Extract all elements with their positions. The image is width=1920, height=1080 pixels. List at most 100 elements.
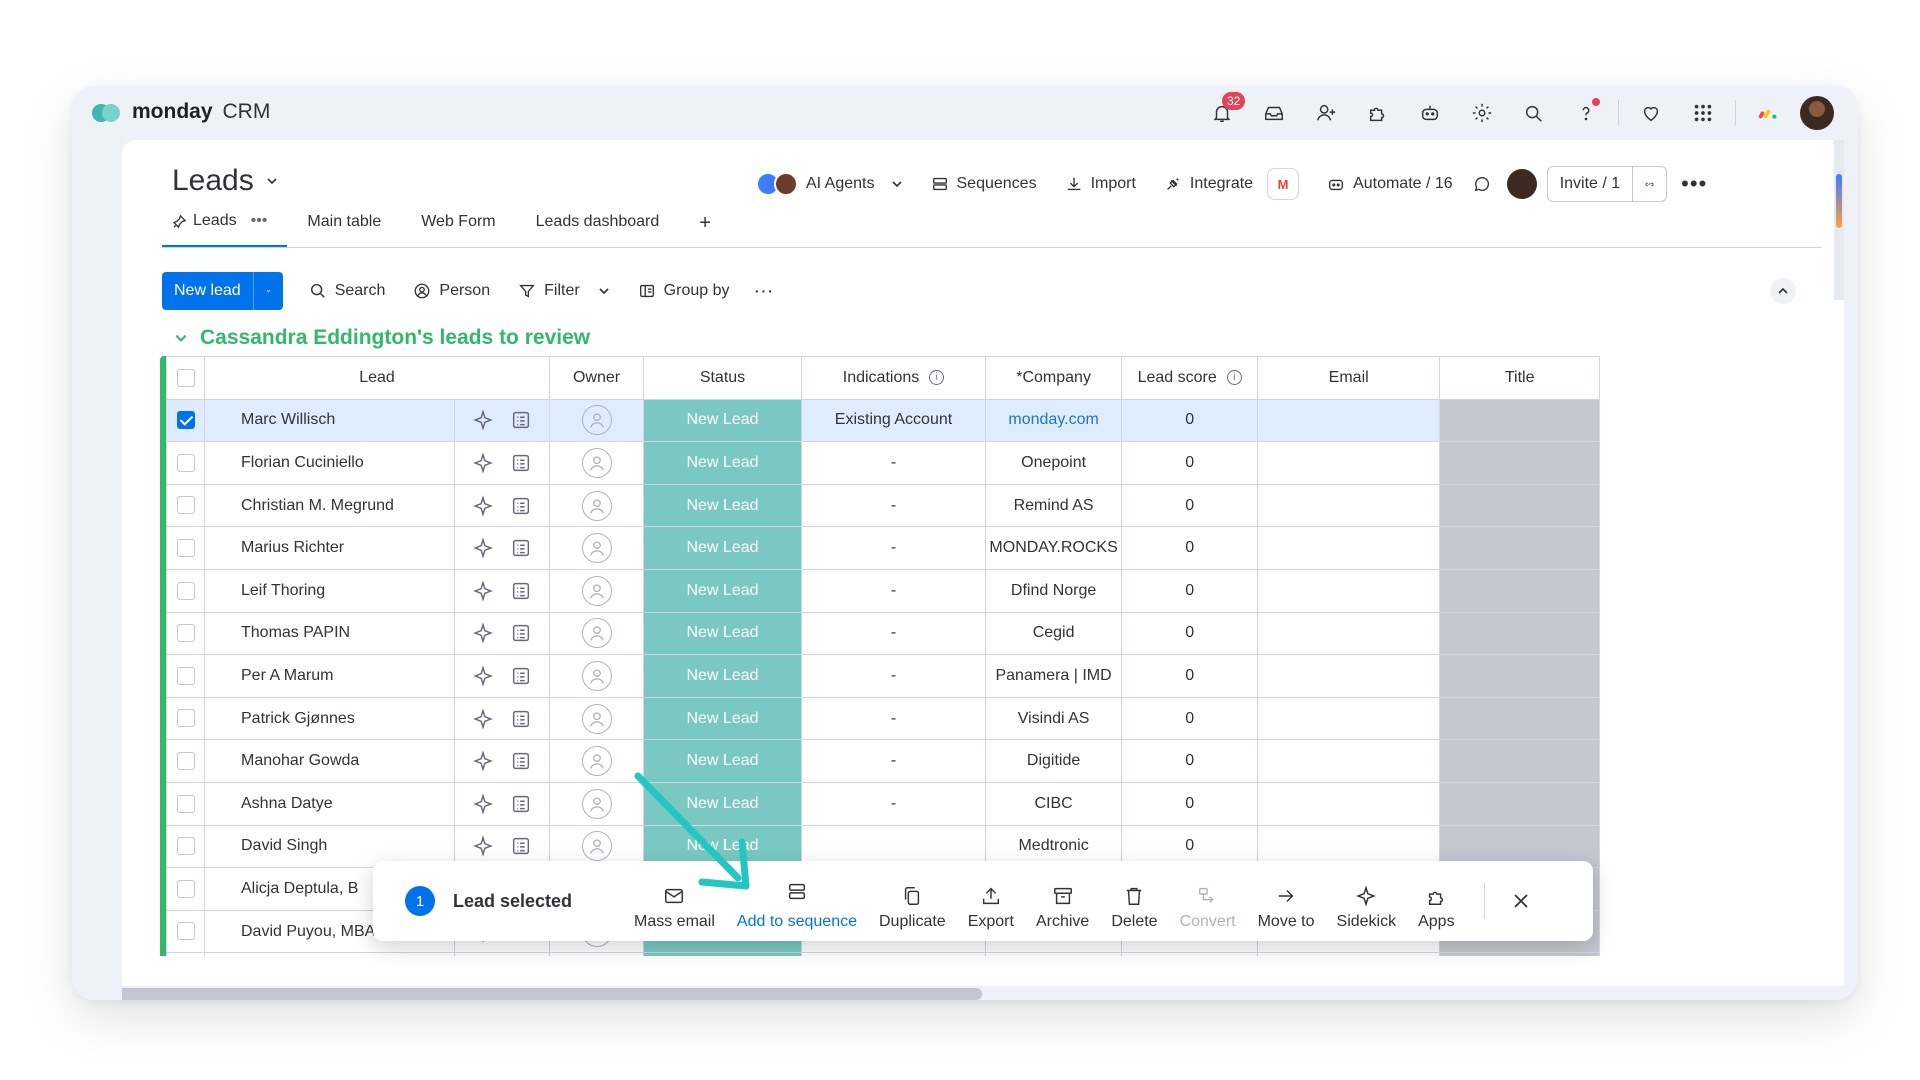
indications-cell[interactable]: - [801, 568, 986, 613]
vertical-scrollbar[interactable] [1834, 140, 1844, 300]
email-cell[interactable] [1257, 654, 1441, 698]
tab-leads[interactable]: Leads ••• [162, 209, 288, 247]
item-details-icon[interactable] [510, 835, 532, 857]
table-row[interactable]: Florian Cuciniello New Lead - Onepoint 0 [166, 441, 1601, 485]
status-cell[interactable] [643, 952, 802, 956]
row-checkbox[interactable] [166, 611, 205, 656]
sparkle-icon[interactable] [472, 792, 494, 815]
email-cell[interactable] [1257, 696, 1441, 741]
company-cell[interactable]: Digitide [984, 739, 1123, 783]
inbox-icon[interactable] [1248, 94, 1300, 132]
status-cell[interactable]: New Lead [643, 483, 802, 528]
company-cell[interactable]: CIBC [984, 781, 1123, 826]
title-cell[interactable] [1439, 526, 1601, 570]
tab-main-table[interactable]: Main table [287, 209, 401, 247]
row-checkbox[interactable] [166, 654, 205, 698]
chevron-down-icon[interactable] [598, 285, 610, 297]
indications-cell[interactable]: - [801, 611, 986, 656]
duplicate-button[interactable]: Duplicate [868, 873, 957, 931]
lead-name-cell[interactable]: Marc Willisch [204, 398, 455, 443]
title-cell[interactable] [1439, 739, 1601, 783]
ai-bot-icon[interactable] [1404, 94, 1456, 132]
owner-cell[interactable] [549, 611, 644, 656]
invite-members-icon[interactable] [1300, 94, 1352, 132]
row-checkbox[interactable] [166, 952, 205, 956]
title-cell[interactable] [1439, 441, 1601, 485]
status-cell[interactable]: New Lead [643, 781, 802, 826]
owner-cell[interactable] [549, 568, 644, 613]
lead-name-cell[interactable]: Marius Richter [204, 526, 455, 570]
company-cell[interactable]: MONDAY.ROCKS [984, 526, 1123, 570]
email-cell[interactable] [1257, 568, 1441, 613]
item-details-icon[interactable] [510, 793, 532, 815]
search-button[interactable]: Search [295, 282, 400, 300]
owner-cell[interactable] [549, 739, 644, 783]
row-checkbox[interactable] [166, 398, 205, 443]
import-button[interactable]: Import [1051, 164, 1150, 204]
convert-button[interactable]: Convert [1169, 873, 1247, 931]
company-cell[interactable]: monday.com [984, 398, 1123, 443]
delete-button[interactable]: Delete [1100, 873, 1168, 931]
row-checkbox[interactable] [166, 909, 205, 954]
email-cell[interactable] [1257, 526, 1441, 570]
email-cell[interactable] [1257, 781, 1441, 826]
column-header-lead[interactable]: Lead [204, 356, 550, 400]
sparkle-icon[interactable] [472, 580, 494, 602]
mass-email-button[interactable]: Mass email [623, 873, 726, 931]
item-details-icon[interactable] [510, 537, 532, 559]
new-lead-button[interactable]: New lead [162, 272, 283, 310]
lead-name-cell[interactable]: Manohar Gowda [204, 739, 455, 783]
sparkle-icon[interactable] [472, 409, 494, 432]
sparkle-icon[interactable] [472, 622, 494, 645]
column-header-owner[interactable]: Owner [549, 356, 644, 400]
automate-button[interactable]: Automate / 16 [1313, 164, 1467, 204]
status-cell[interactable]: New Lead [643, 568, 802, 613]
item-details-icon[interactable] [510, 452, 532, 474]
apps-puzzle-icon[interactable] [1352, 94, 1404, 132]
owner-avatar-icon[interactable] [581, 533, 612, 564]
item-details-icon[interactable] [510, 665, 532, 687]
sparkle-icon[interactable] [472, 665, 494, 687]
table-row[interactable]: Manohar Gowda New Lead - Digitide 0 [166, 739, 1601, 783]
email-cell[interactable] [1257, 739, 1441, 783]
sparkle-icon[interactable] [472, 494, 494, 517]
info-icon[interactable]: i [929, 370, 945, 386]
owner-cell[interactable] [549, 441, 644, 485]
title-cell[interactable] [1439, 654, 1601, 698]
user-avatar[interactable] [1800, 96, 1834, 130]
lead-name-cell[interactable]: Leif Thoring [204, 568, 455, 613]
title-cell[interactable] [1439, 781, 1601, 826]
lead-name-cell[interactable]: Patrick Gjønnes [204, 696, 455, 741]
indications-cell[interactable]: - [801, 483, 986, 528]
table-row[interactable] [166, 952, 1601, 956]
indications-cell[interactable]: Existing Account [801, 398, 986, 443]
lead-name-cell[interactable] [204, 952, 455, 956]
lead-name-cell[interactable]: Ashna Datye [204, 781, 455, 826]
owner-avatar-icon[interactable] [581, 660, 612, 691]
sequences-button[interactable]: Sequences [917, 164, 1051, 204]
company-cell[interactable]: Remind AS [984, 483, 1123, 528]
title-cell[interactable] [1439, 398, 1601, 443]
add-to-sequence-button[interactable]: Add to sequence [726, 869, 868, 931]
email-cell[interactable] [1257, 611, 1441, 656]
tab-menu-icon[interactable]: ••• [251, 212, 268, 230]
title-cell[interactable] [1439, 568, 1601, 613]
email-cell[interactable] [1257, 441, 1441, 485]
updates-button[interactable] [1467, 164, 1497, 204]
toolbar-more-icon[interactable]: ··· [743, 280, 783, 303]
add-view-button[interactable]: + [679, 209, 731, 247]
apps-button[interactable]: Apps [1407, 873, 1465, 931]
owner-avatar-icon[interactable] [581, 831, 612, 862]
row-checkbox[interactable] [166, 526, 205, 570]
owner-avatar-icon[interactable] [581, 575, 612, 606]
info-icon[interactable]: i [1226, 370, 1242, 386]
table-row[interactable]: Patrick Gjønnes New Lead - Visindi AS 0 [166, 696, 1601, 741]
notifications-bell-icon[interactable]: 32 [1196, 92, 1248, 132]
export-button[interactable]: Export [957, 873, 1025, 931]
move-to-button[interactable]: Move to [1247, 873, 1326, 931]
item-details-icon[interactable] [510, 750, 532, 772]
email-cell[interactable] [1257, 952, 1441, 956]
company-cell[interactable] [984, 952, 1123, 956]
item-details-icon[interactable] [510, 622, 532, 644]
status-cell[interactable]: New Lead [643, 654, 802, 698]
